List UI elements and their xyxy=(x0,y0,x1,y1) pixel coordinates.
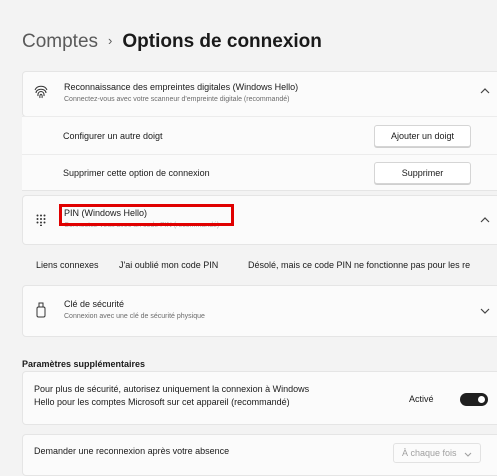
remove-option-label: Supprimer cette option de connexion xyxy=(63,168,210,178)
page-title: Options de connexion xyxy=(122,31,322,52)
additional-settings-heading: Paramètres supplémentaires xyxy=(22,359,146,369)
toggle-knob xyxy=(478,396,485,403)
related-links-row: Liens connexes J'ai oublié mon code PIN … xyxy=(22,249,497,281)
security-key-card[interactable]: Clé de sécurité Connexion avec une clé d… xyxy=(22,285,497,337)
configure-finger-label: Configurer un autre doigt xyxy=(63,131,163,141)
windows-hello-only-card: Pour plus de sécurité, autorisez uniquem… xyxy=(22,371,497,425)
forgot-pin-link[interactable]: J'ai oublié mon code PIN xyxy=(119,260,218,270)
pin-keypad-icon xyxy=(36,214,46,229)
security-key-subtitle: Connexion avec une clé de sécurité physi… xyxy=(64,313,205,320)
highlight-box xyxy=(59,204,234,226)
reconnect-label: Demander une reconnexion après votre abs… xyxy=(34,446,230,456)
breadcrumb: Comptes › Options de connexion xyxy=(22,31,322,53)
chevron-up-icon[interactable] xyxy=(480,215,490,226)
fingerprint-title: Reconnaissance des empreintes digitales … xyxy=(64,82,299,92)
configure-finger-row: Configurer un autre doigt Ajouter un doi… xyxy=(22,116,497,154)
related-links-label: Liens connexes xyxy=(36,260,99,270)
windows-hello-only-toggle[interactable] xyxy=(460,393,488,406)
remove-button[interactable]: Supprimer xyxy=(374,162,471,184)
fingerprint-card[interactable]: Reconnaissance des empreintes digitales … xyxy=(22,71,497,117)
chevron-up-icon[interactable] xyxy=(480,86,490,97)
toggle-state-label: Activé xyxy=(409,394,434,404)
windows-hello-only-line1: Pour plus de sécurité, autorisez uniquem… xyxy=(34,384,310,394)
fingerprint-subtitle: Connectez-vous avec votre scanneur d'emp… xyxy=(64,96,290,103)
reconnect-card: Demander une reconnexion après votre abs… xyxy=(22,434,497,476)
reconnect-select[interactable]: À chaque fois xyxy=(393,443,481,463)
usb-key-icon xyxy=(36,302,46,321)
breadcrumb-parent-link[interactable]: Comptes xyxy=(22,31,98,52)
chevron-down-icon[interactable] xyxy=(480,307,490,318)
breadcrumb-separator-icon: › xyxy=(108,33,113,48)
fingerprint-icon xyxy=(34,84,48,103)
windows-hello-only-line2: Hello pour les comptes Microsoft sur cet… xyxy=(34,397,290,407)
pin-not-working-link[interactable]: Désolé, mais ce code PIN ne fonctionne p… xyxy=(248,260,470,270)
add-finger-button[interactable]: Ajouter un doigt xyxy=(374,125,471,147)
remove-option-row: Supprimer cette option de connexion Supp… xyxy=(22,154,497,191)
security-key-title: Clé de sécurité xyxy=(64,299,125,309)
chevron-down-icon xyxy=(464,450,472,460)
